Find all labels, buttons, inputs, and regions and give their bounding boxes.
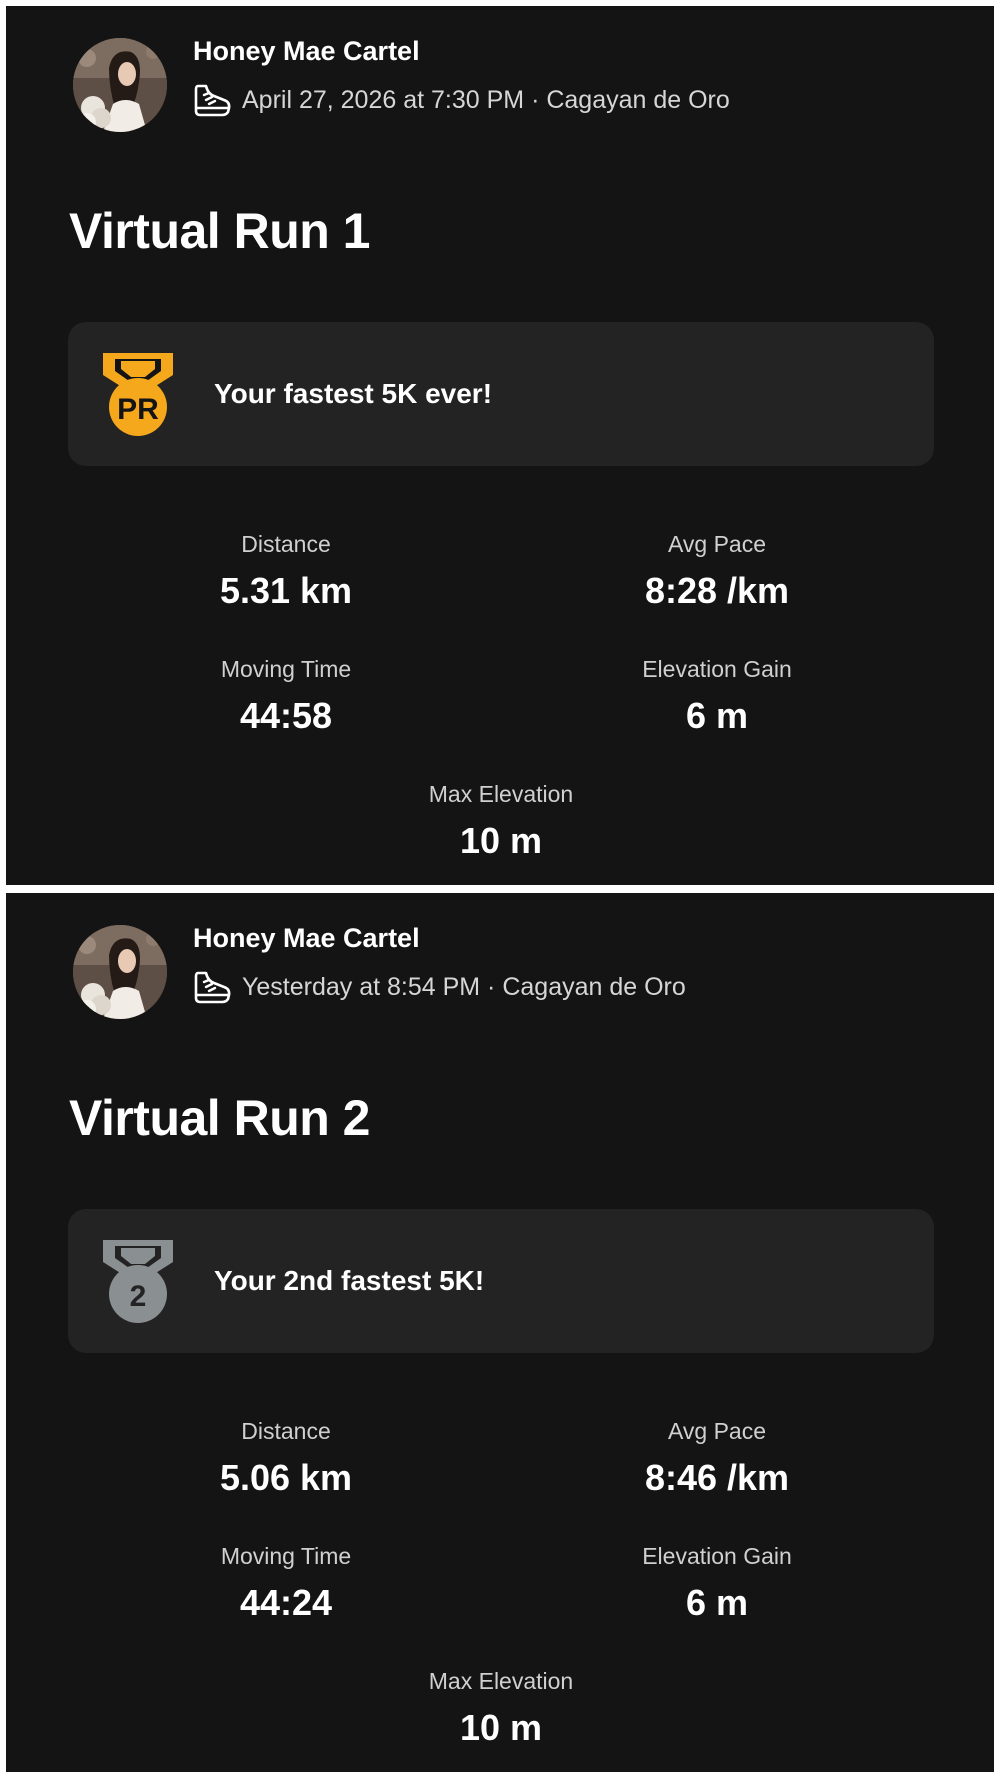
- stat-label: Distance: [241, 1418, 331, 1444]
- stat-label: Moving Time: [220, 1543, 352, 1569]
- stat-value: 44:24: [239, 1582, 333, 1623]
- stat-max-elevation: Max Elevation 10 m: [321, 779, 681, 861]
- achievement-banner[interactable]: 2 Your 2nd fastest 5K!: [68, 1209, 934, 1353]
- activity-title[interactable]: Virtual Run 1: [69, 202, 370, 260]
- stat-value: 8:46 /km: [644, 1457, 790, 1498]
- activity-meta: Yesterday at 8:54 PM · Cagayan de Oro: [192, 967, 686, 1007]
- stat-value: 5.31 km: [219, 570, 353, 611]
- second-place-medal-icon: 2: [99, 1236, 177, 1326]
- stat-value: 5.06 km: [219, 1457, 353, 1498]
- stat-value: 8:28 /km: [644, 570, 790, 611]
- activity-title[interactable]: Virtual Run 2: [69, 1089, 370, 1147]
- avatar[interactable]: [73, 38, 167, 132]
- stat-max-elevation: Max Elevation 10 m: [321, 1666, 681, 1748]
- medal-badge-text: PR: [117, 393, 159, 426]
- stat-avg-pace: Avg Pace 8:46 /km: [537, 1416, 897, 1498]
- stat-moving-time: Moving Time 44:58: [106, 654, 466, 736]
- activity-card-1[interactable]: Honey Mae Cartel April 27, 2026 at 7:30 …: [6, 6, 994, 885]
- stat-value: 6 m: [685, 1582, 749, 1623]
- stat-label: Max Elevation: [428, 1668, 574, 1694]
- athlete-name[interactable]: Honey Mae Cartel: [193, 36, 420, 67]
- stat-label: Avg Pace: [667, 1418, 767, 1444]
- stat-label: Distance: [241, 531, 331, 557]
- date-location: April 27, 2026 at 7:30 PM · Cagayan de O…: [242, 85, 730, 114]
- stat-elevation-gain: Elevation Gain 6 m: [537, 654, 897, 736]
- achievement-text: Your fastest 5K ever!: [214, 378, 493, 409]
- stat-label: Elevation Gain: [642, 656, 792, 682]
- stat-elevation-gain: Elevation Gain 6 m: [537, 1541, 897, 1623]
- athlete-name[interactable]: Honey Mae Cartel: [193, 923, 420, 954]
- achievement-banner[interactable]: PR Your fastest 5K ever!: [68, 322, 934, 466]
- stat-label: Elevation Gain: [642, 1543, 792, 1569]
- medal-badge-text: 2: [130, 1280, 147, 1313]
- activity-card-2[interactable]: Honey Mae Cartel Yesterday at 8:54 PM · …: [6, 893, 994, 1772]
- avatar[interactable]: [73, 925, 167, 1019]
- pr-medal-icon: PR: [99, 349, 177, 439]
- stat-label: Avg Pace: [667, 531, 767, 557]
- achievement-text: Your 2nd fastest 5K!: [214, 1265, 485, 1296]
- running-shoe-icon: [192, 82, 232, 118]
- activity-meta: April 27, 2026 at 7:30 PM · Cagayan de O…: [192, 80, 730, 120]
- stat-label: Max Elevation: [428, 781, 574, 807]
- stat-value: 10 m: [459, 1707, 543, 1748]
- stat-avg-pace: Avg Pace 8:28 /km: [537, 529, 897, 611]
- stat-label: Moving Time: [220, 656, 352, 682]
- date-location: Yesterday at 8:54 PM · Cagayan de Oro: [242, 972, 686, 1001]
- stat-value: 10 m: [459, 820, 543, 861]
- stat-moving-time: Moving Time 44:24: [106, 1541, 466, 1623]
- stat-value: 44:58: [239, 695, 333, 736]
- running-shoe-icon: [192, 969, 232, 1005]
- stat-distance: Distance 5.31 km: [106, 529, 466, 611]
- stat-distance: Distance 5.06 km: [106, 1416, 466, 1498]
- stat-value: 6 m: [685, 695, 749, 736]
